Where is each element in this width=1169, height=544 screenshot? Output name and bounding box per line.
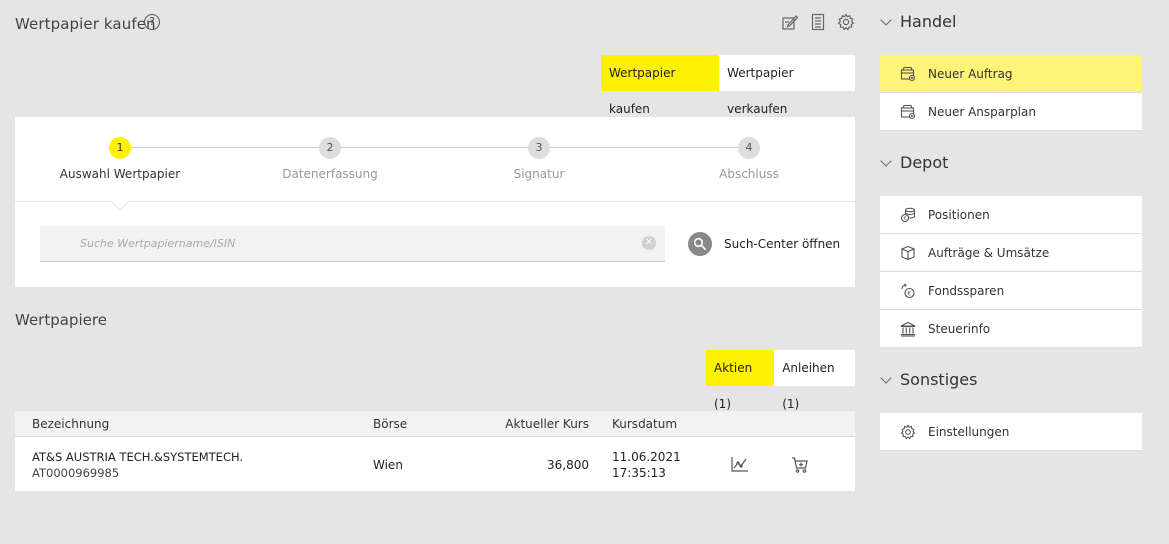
chart-icon[interactable] bbox=[731, 455, 749, 476]
sidebar-section-handel[interactable]: Handel bbox=[880, 12, 956, 31]
step-label: Auswahl Wertpapier bbox=[59, 167, 181, 181]
tab-aktien[interactable]: Aktien (1) bbox=[706, 350, 775, 411]
buy-sell-toggle: Wertpapier kaufen Wertpapier verkaufen bbox=[601, 55, 855, 116]
clear-search-icon[interactable]: ✕ bbox=[642, 236, 656, 250]
help-icon[interactable]: ? bbox=[144, 14, 160, 30]
sidebar-item-label: Aufträge & Umsätze bbox=[928, 245, 1050, 260]
order-stepper-card: 1 Auswahl Wertpapier 2 Datenerfassung 3 … bbox=[15, 117, 855, 287]
coins-icon: € bbox=[900, 207, 916, 223]
sidebar-section-sonstiges[interactable]: Sonstiges bbox=[880, 370, 977, 389]
page-title: Wertpapier kaufen bbox=[15, 15, 156, 33]
sidebar-item-positionen[interactable]: € Positionen bbox=[880, 196, 1142, 234]
step-2: 2 Datenerfassung bbox=[225, 137, 435, 181]
step-number: 4 bbox=[738, 137, 760, 159]
search-center-label: Such-Center öffnen bbox=[724, 237, 841, 251]
step-number: 1 bbox=[109, 137, 131, 159]
fund-savings-icon: € bbox=[900, 283, 916, 299]
chevron-down-icon bbox=[880, 13, 892, 26]
edit-note-icon[interactable] bbox=[781, 13, 799, 31]
security-isin: AT0000969985 bbox=[32, 466, 120, 480]
magnifier-icon bbox=[688, 232, 712, 256]
step-label: Abschluss bbox=[719, 167, 779, 181]
col-boerse: Börse bbox=[373, 417, 408, 431]
sidebar-item-neuer-ansparplan[interactable]: Neuer Ansparplan bbox=[880, 93, 1142, 131]
section-title: Sonstiges bbox=[900, 370, 978, 389]
sidebar-item-steuerinfo[interactable]: Steuerinfo bbox=[880, 310, 1142, 348]
section-title: Depot bbox=[900, 153, 949, 172]
buy-tab[interactable]: Wertpapier kaufen bbox=[601, 55, 720, 116]
bank-building-icon bbox=[900, 321, 916, 337]
sidebar-item-label: Neuer Auftrag bbox=[928, 66, 1013, 81]
col-kursdatum: Kursdatum bbox=[612, 417, 678, 431]
security-name: AT&S AUSTRIA TECH.&SYSTEMTECH. bbox=[32, 450, 244, 464]
security-price: 36,800 bbox=[547, 458, 589, 472]
table-row[interactable]: AT&S AUSTRIA TECH.&SYSTEMTECH. AT0000969… bbox=[15, 437, 855, 491]
sidebar-item-label: Steuerinfo bbox=[928, 321, 991, 336]
price-time: 17:35:13 bbox=[612, 466, 666, 480]
step-label: Datenerfassung bbox=[282, 167, 378, 181]
sidebar-item-auftraege-umsaetze[interactable]: Aufträge & Umsätze bbox=[880, 234, 1142, 272]
step-pointer bbox=[110, 191, 130, 211]
svg-text:€: € bbox=[907, 290, 911, 297]
page-header: Wertpapier kaufen ? bbox=[15, 12, 855, 36]
sidebar-item-label: Neuer Ansparplan bbox=[928, 104, 1036, 119]
sidebar-item-einstellungen[interactable]: Einstellungen bbox=[880, 413, 1142, 451]
sidebar-item-label: Einstellungen bbox=[928, 424, 1010, 439]
order-form-icon bbox=[900, 66, 916, 82]
savings-plan-icon bbox=[900, 104, 916, 120]
col-bezeichnung: Bezeichnung bbox=[32, 417, 110, 431]
chevron-down-icon bbox=[880, 371, 892, 384]
sidebar-section-depot[interactable]: Depot bbox=[880, 153, 948, 172]
section-title: Handel bbox=[900, 12, 957, 31]
svg-text:€: € bbox=[904, 216, 907, 222]
gear-icon bbox=[900, 423, 916, 440]
sidebar-item-label: Positionen bbox=[928, 207, 990, 222]
step-3: 3 Signatur bbox=[434, 137, 644, 181]
buy-cart-icon[interactable] bbox=[791, 456, 809, 477]
document-list-icon[interactable] bbox=[809, 13, 827, 31]
tab-anleihen[interactable]: Anleihen (1) bbox=[774, 350, 855, 411]
securities-title: Wertpapiere bbox=[15, 311, 107, 329]
security-search: ✕ bbox=[40, 226, 665, 262]
sidebar-item-label: Fondssparen bbox=[928, 283, 1005, 298]
col-kurs: Aktueller Kurs bbox=[505, 417, 589, 431]
security-type-tabs: Aktien (1) Anleihen (1) bbox=[706, 350, 855, 411]
handel-list: Neuer Auftrag Neuer Ansparplan bbox=[880, 55, 1142, 131]
security-exchange: Wien bbox=[373, 458, 403, 472]
table-header: Bezeichnung Börse Aktueller Kurs Kursdat… bbox=[15, 411, 855, 437]
security-search-input[interactable] bbox=[40, 226, 600, 260]
step-4: 4 Abschluss bbox=[644, 137, 854, 181]
step-number: 3 bbox=[528, 137, 550, 159]
step-label: Signatur bbox=[513, 167, 565, 181]
header-toolbar bbox=[781, 13, 855, 31]
search-center-button[interactable]: Such-Center öffnen bbox=[688, 232, 840, 256]
step-number: 2 bbox=[319, 137, 341, 159]
step-1: 1 Auswahl Wertpapier bbox=[15, 137, 225, 181]
chevron-down-icon bbox=[880, 154, 892, 167]
box-icon bbox=[900, 245, 916, 261]
settings-gear-icon[interactable] bbox=[837, 13, 855, 31]
depot-list: € Positionen Aufträge & Umsätze € Fondss… bbox=[880, 196, 1142, 348]
sidebar-item-fondssparen[interactable]: € Fondssparen bbox=[880, 272, 1142, 310]
securities-table: Bezeichnung Börse Aktueller Kurs Kursdat… bbox=[15, 411, 855, 491]
sonstiges-list: Einstellungen bbox=[880, 413, 1142, 451]
sidebar-item-neuer-auftrag[interactable]: Neuer Auftrag bbox=[880, 55, 1142, 93]
card-divider bbox=[15, 201, 855, 202]
price-date: 11.06.2021 bbox=[612, 450, 681, 464]
sell-tab[interactable]: Wertpapier verkaufen bbox=[719, 55, 855, 116]
